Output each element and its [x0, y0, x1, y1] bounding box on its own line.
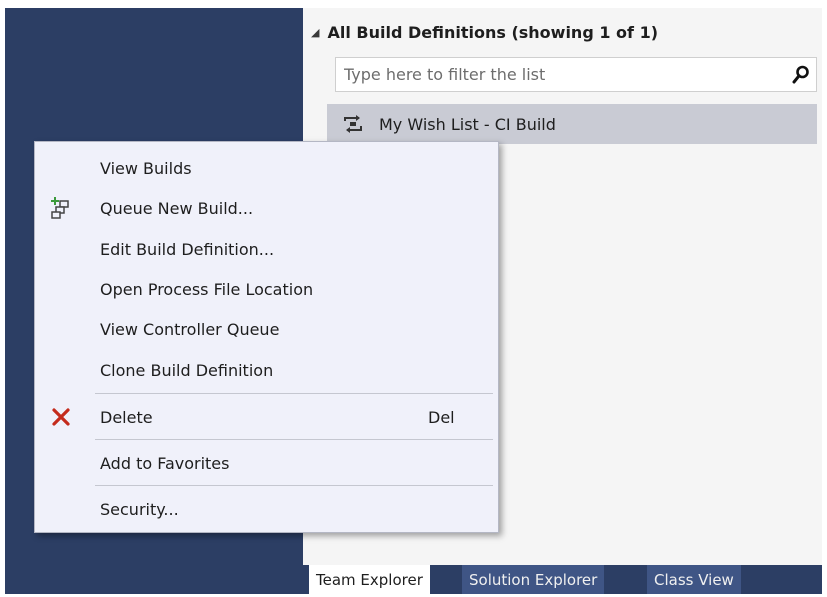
build-definition-icon	[341, 112, 365, 136]
menu-item-clone-build-definition[interactable]: Clone Build Definition	[35, 351, 498, 389]
filter-box	[335, 57, 817, 92]
menu-separator	[95, 439, 493, 440]
menu-item-delete[interactable]: Delete Del	[35, 398, 498, 436]
menu-item-label: View Controller Queue	[100, 319, 280, 339]
build-definition-label: My Wish List - CI Build	[379, 114, 556, 134]
menu-item-label: Clone Build Definition	[100, 360, 274, 380]
build-definition-item[interactable]: My Wish List - CI Build	[327, 104, 817, 144]
menu-item-label: View Builds	[100, 158, 192, 178]
menu-separator	[95, 393, 493, 394]
delete-x-icon	[47, 403, 75, 431]
screen: ◢ All Build Definitions (showing 1 of 1)	[0, 0, 827, 597]
search-icon[interactable]	[786, 58, 816, 91]
menu-item-edit-build-definition[interactable]: Edit Build Definition...	[35, 230, 498, 268]
menu-item-label: Edit Build Definition...	[100, 239, 275, 259]
tab-class-view[interactable]: Class View	[647, 565, 741, 594]
menu-separator	[95, 485, 493, 486]
tab-team-explorer[interactable]: Team Explorer	[309, 565, 430, 594]
menu-item-label: Security...	[100, 499, 179, 519]
menu-item-label: Add to Favorites	[100, 453, 230, 473]
menu-item-label: Open Process File Location	[100, 279, 314, 299]
menu-item-view-controller-queue[interactable]: View Controller Queue	[35, 310, 498, 348]
filter-input[interactable]	[336, 58, 786, 91]
menu-item-queue-new-build[interactable]: Queue New Build...	[35, 189, 498, 227]
menu-item-shortcut: Del	[428, 407, 455, 427]
section-header-label: All Build Definitions (showing 1 of 1)	[327, 22, 659, 42]
menu-item-label: Queue New Build...	[100, 198, 254, 218]
queue-build-icon	[47, 194, 75, 222]
tab-label: Class View	[654, 570, 734, 589]
menu-item-security[interactable]: Security...	[35, 490, 498, 528]
collapse-arrow-icon[interactable]: ◢	[311, 27, 319, 38]
tab-solution-explorer[interactable]: Solution Explorer	[462, 565, 605, 594]
menu-item-add-to-favorites[interactable]: Add to Favorites	[35, 444, 498, 482]
menu-item-view-builds[interactable]: View Builds	[35, 149, 498, 187]
menu-item-label: Delete	[100, 407, 153, 427]
menu-item-open-process-file-location[interactable]: Open Process File Location	[35, 270, 498, 308]
tab-label: Solution Explorer	[469, 570, 598, 589]
context-menu: View Builds Queue New Build... Edit Buil…	[34, 141, 499, 533]
tab-label: Team Explorer	[316, 570, 423, 589]
section-header[interactable]: ◢ All Build Definitions (showing 1 of 1)	[311, 20, 658, 44]
